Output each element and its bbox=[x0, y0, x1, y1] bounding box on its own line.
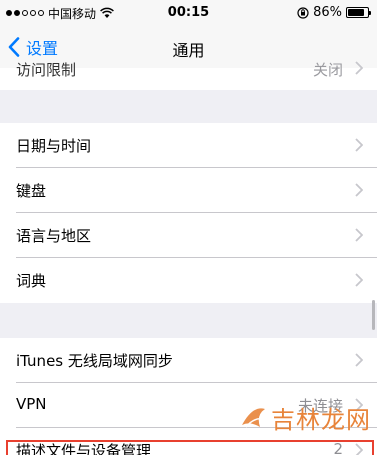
settings-row-keyboard[interactable]: 键盘 bbox=[0, 168, 377, 213]
row-label: VPN bbox=[16, 395, 47, 413]
row-label: 日期与时间 bbox=[16, 137, 92, 155]
watermark-text: 吉林龙网 bbox=[271, 406, 371, 434]
chevron-right-icon bbox=[355, 353, 363, 367]
chevron-right-icon bbox=[355, 138, 363, 152]
settings-row-date-time[interactable]: 日期与时间 bbox=[0, 123, 377, 168]
chevron-right-icon bbox=[355, 183, 363, 197]
row-label: 键盘 bbox=[16, 182, 47, 200]
battery-fill bbox=[348, 9, 364, 16]
settings-row-itunes-wifi-sync[interactable]: iTunes 无线局域网同步 bbox=[0, 338, 377, 383]
page-title: 通用 bbox=[172, 41, 205, 60]
watermark-logo-icon bbox=[242, 407, 265, 427]
status-right: 86% bbox=[297, 5, 371, 20]
row-label: 语言与地区 bbox=[16, 227, 92, 245]
row-label: iTunes 无线局域网同步 bbox=[16, 352, 173, 370]
row-label: 访问限制 bbox=[16, 61, 77, 79]
battery-icon bbox=[346, 7, 371, 18]
row-label: 词典 bbox=[16, 272, 47, 290]
chevron-right-icon bbox=[355, 61, 363, 75]
orientation-lock-icon bbox=[297, 6, 309, 19]
settings-row-restrictions[interactable]: 访问限制 关闭 bbox=[0, 61, 377, 90]
settings-row-language-region[interactable]: 语言与地区 bbox=[0, 213, 377, 258]
settings-row-dictionary[interactable]: 词典 bbox=[0, 258, 377, 303]
chevron-right-icon bbox=[355, 273, 363, 287]
battery-percentage: 86% bbox=[313, 5, 342, 20]
chevron-right-icon bbox=[355, 228, 363, 242]
scroll-indicator bbox=[372, 300, 375, 330]
general-settings-screen: 中国移动 00:15 86% 设置 通用 访问限制 关闭 日期与时间 键盘 语言… bbox=[0, 0, 377, 455]
status-bar: 中国移动 00:15 86% bbox=[0, 0, 377, 26]
watermark: 吉林龙网 bbox=[238, 400, 371, 435]
row-detail: 关闭 bbox=[312, 61, 343, 79]
highlight-box bbox=[6, 440, 374, 455]
